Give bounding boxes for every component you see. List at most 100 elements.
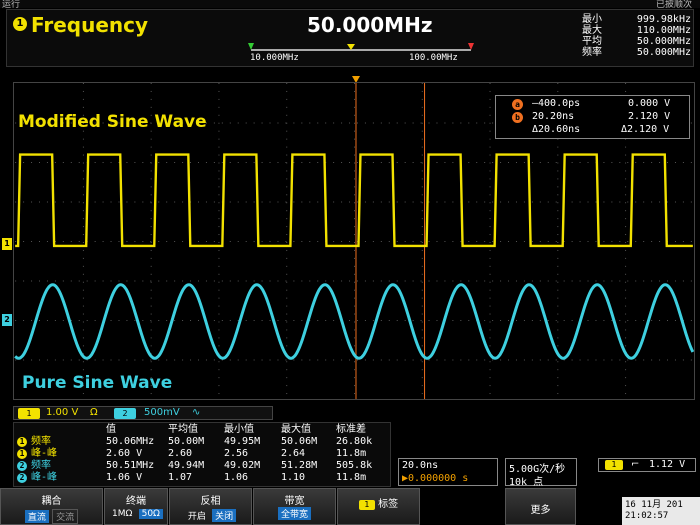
row-channel-badge: 1 — [17, 437, 27, 447]
invert-title: 反相 — [200, 496, 221, 507]
row-min: 1.06 — [224, 472, 249, 483]
measurement-value: 50.000MHz — [307, 13, 433, 37]
coupling-title: 耦合 — [41, 496, 62, 507]
stat-label-max: 最大 — [582, 25, 602, 36]
stat-value-max: 110.00MHz — [636, 25, 691, 36]
coupling-softkey[interactable]: 耦合 直流 交流 — [0, 488, 103, 525]
row-name: 频率 — [31, 436, 51, 447]
label-title: 标签 — [378, 499, 399, 510]
row-name: 峰-峰 — [31, 472, 58, 483]
ch2-bandwidth-icon: ∿ — [192, 407, 201, 418]
coupling-dc-option[interactable]: 直流 — [24, 510, 49, 523]
trigger-slope-icon: ⌐ — [631, 459, 640, 470]
cursor-b-time: 20.20ns — [532, 111, 575, 122]
channel-1-trace — [15, 153, 693, 248]
time-text: 21:02:57 — [625, 511, 669, 521]
row-stddev: 11.8m — [336, 448, 367, 459]
row-min: 49.95M — [224, 436, 261, 447]
row-stddev: 11.8m — [336, 472, 367, 483]
coupling-ac-option[interactable]: 交流 — [52, 509, 79, 524]
row-min: 49.02M — [224, 460, 261, 471]
bandwidth-value: 全带宽 — [277, 507, 311, 520]
cursor-a-badge: a — [512, 99, 523, 110]
softkey-blank — [421, 488, 504, 525]
stat-label-min: 最小 — [582, 14, 602, 25]
softkey-bar: 耦合 直流 交流 终端 1MΩ 50Ω 反相 开启 关闭 带宽 全带宽 1 标签… — [0, 488, 620, 525]
more-softkey[interactable]: 更多 — [505, 488, 576, 525]
row-value: 1.06 V — [106, 472, 143, 483]
bandwidth-softkey[interactable]: 带宽 全带宽 — [253, 488, 336, 525]
record-length: 10k 点 — [509, 477, 544, 488]
table-row[interactable]: 1 峰-峰 2.60 V 2.60 2.56 2.64 11.8m — [14, 448, 392, 460]
more-title: 更多 — [530, 505, 551, 516]
date-time-display: 16 11月 201 21:02:57 — [622, 497, 700, 525]
row-mean: 1.07 — [168, 472, 193, 483]
cursor-b-badge: b — [512, 112, 523, 123]
ch2-info-badge: 2 — [114, 408, 136, 419]
row-max: 1.10 — [281, 472, 306, 483]
row-mean: 49.94M — [168, 460, 205, 471]
invert-on-option[interactable]: 开启 — [185, 509, 209, 522]
ch1-impedance-icon: Ω — [90, 407, 98, 418]
termination-softkey[interactable]: 终端 1MΩ 50Ω — [104, 488, 168, 525]
channel-info-bar[interactable]: 1 1.00 V Ω 2 500mV ∿ — [13, 406, 273, 420]
col-stddev: 标准差 — [336, 424, 366, 435]
row-mean: 50.00M — [168, 436, 205, 447]
trigger-settings[interactable]: 1 ⌐ 1.12 V — [598, 458, 696, 472]
bandwidth-title: 带宽 — [284, 496, 305, 507]
row-name: 峰-峰 — [31, 448, 58, 459]
row-value: 50.06MHz — [106, 436, 155, 447]
table-row[interactable]: 2 峰-峰 1.06 V 1.07 1.06 1.10 11.8m — [14, 472, 392, 484]
top-status-bar — [0, 0, 700, 8]
invert-off-option[interactable]: 关闭 — [212, 509, 237, 522]
row-name: 频率 — [31, 460, 51, 471]
scale-min-label: 10.000MHz — [250, 53, 299, 63]
table-row[interactable]: 2 频率 50.51MHz 49.94M 49.02M 51.28M 505.8… — [14, 460, 392, 472]
row-max: 50.06M — [281, 436, 318, 447]
horizontal-settings[interactable]: 20.0ns ▶0.000000 s — [398, 458, 498, 486]
channel-2-label: Pure Sine Wave — [22, 373, 173, 393]
row-value: 50.51MHz — [106, 460, 155, 471]
row-channel-badge: 1 — [17, 449, 27, 459]
trigger-source-badge: 1 — [605, 460, 623, 470]
table-row[interactable]: 1 频率 50.06MHz 50.00M 49.95M 50.06M 26.80… — [14, 436, 392, 448]
row-channel-badge: 2 — [17, 473, 27, 483]
timebase-value: 20.0ns — [402, 460, 439, 471]
channel-1-label: Modified Sine Wave — [18, 112, 207, 132]
cursor-a-time: –400.0ps — [532, 98, 581, 109]
cursor-readout: a –400.0ps 0.000 V b 20.20ns 2.120 V Δ20… — [495, 95, 690, 139]
cursor-delta-volt: Δ2.120 V — [621, 124, 670, 135]
col-value: 值 — [106, 424, 116, 435]
frequency-scale-indicator — [248, 43, 474, 51]
cursor-b-volt: 2.120 V — [628, 111, 671, 122]
invert-softkey[interactable]: 反相 开启 关闭 — [169, 488, 252, 525]
channel-2-level-marker[interactable]: 2 — [2, 314, 12, 326]
stat-label-freq: 频率 — [582, 47, 602, 58]
termination-1m-option[interactable]: 1MΩ — [109, 509, 135, 519]
measurement-table[interactable]: 值 平均值 最小值 最大值 标准差 1 频率 50.06MHz 50.00M 4… — [13, 422, 391, 487]
scale-max-label: 100.00MHz — [409, 53, 458, 63]
cursor-a-volt: 0.000 V — [628, 98, 671, 109]
acquisition-settings[interactable]: 5.00G次/秒 10k 点 — [505, 458, 577, 488]
row-channel-badge: 2 — [17, 461, 27, 471]
label-channel-badge: 1 — [358, 500, 375, 510]
termination-title: 终端 — [126, 496, 146, 507]
row-stddev: 26.80k — [336, 436, 373, 447]
channel-1-level-marker[interactable]: 1 — [2, 238, 12, 250]
ch2-vertical-scale: 500mV — [144, 407, 180, 418]
date-text: 16 11月 201 — [625, 500, 683, 510]
termination-50-option[interactable]: 50Ω — [138, 509, 163, 519]
row-mean: 2.60 — [168, 448, 193, 459]
col-max: 最大值 — [281, 424, 311, 435]
row-max: 2.64 — [281, 448, 306, 459]
measurement-panel[interactable]: 1 Frequency 50.000MHz 10.000MHz 100.00MH… — [6, 9, 694, 67]
measurement-title: Frequency — [31, 13, 149, 37]
ch1-vertical-scale: 1.00 V — [46, 407, 79, 418]
col-min: 最小值 — [224, 424, 254, 435]
stat-value-freq: 50.000MHz — [636, 47, 691, 58]
row-min: 2.56 — [224, 448, 249, 459]
row-stddev: 505.8k — [336, 460, 373, 471]
horizontal-position: ▶0.000000 s — [402, 473, 469, 484]
table-header: 值 平均值 最小值 最大值 标准差 — [14, 424, 392, 436]
label-softkey[interactable]: 1 标签 — [337, 488, 420, 525]
